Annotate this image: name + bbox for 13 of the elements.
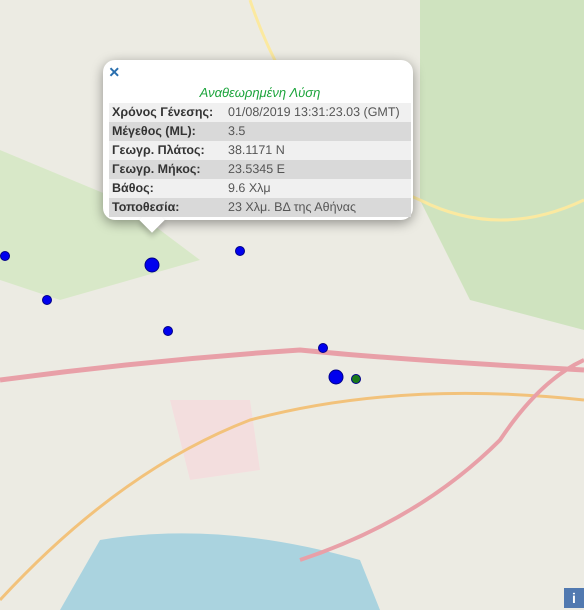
field-label: Γεωγρ. Πλάτος: bbox=[109, 141, 225, 160]
field-value: 23.5345 E bbox=[225, 160, 411, 179]
popup-title: Αναθεωρημένη Λύση bbox=[198, 85, 322, 100]
field-label: Μέγεθος (ML): bbox=[109, 122, 225, 141]
field-value: 38.1171 N bbox=[225, 141, 411, 160]
field-label: Γεωγρ. Μήκος: bbox=[109, 160, 225, 179]
field-label: Χρόνος Γένεσης: bbox=[109, 103, 225, 122]
field-value: 01/08/2019 13:31:23.03 (GMT) bbox=[225, 103, 411, 122]
field-value: 9.6 Χλμ bbox=[225, 179, 411, 198]
field-value: 3.5 bbox=[225, 122, 411, 141]
field-label: Τοποθεσία: bbox=[109, 198, 225, 217]
field-value: 23 Χλμ. ΒΔ της Αθήνας bbox=[225, 198, 411, 217]
field-label: Βάθος: bbox=[109, 179, 225, 198]
